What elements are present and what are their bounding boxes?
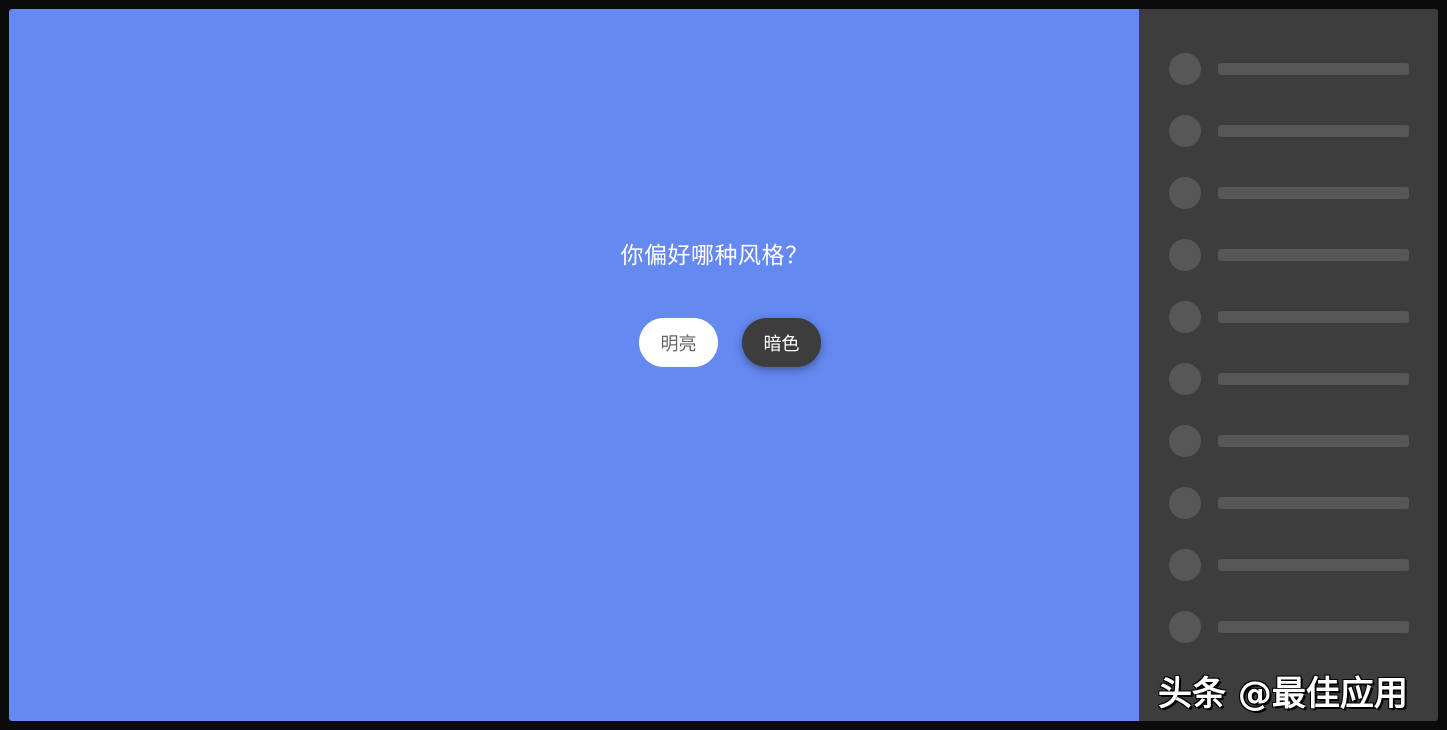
light-theme-button[interactable]: 明亮 (639, 318, 718, 367)
skeleton-row (1169, 115, 1409, 147)
skeleton-line (1218, 559, 1409, 571)
skeleton-row (1169, 611, 1409, 643)
skeleton-row (1169, 425, 1409, 457)
skeleton-avatar (1169, 549, 1201, 581)
skeleton-row (1169, 301, 1409, 333)
skeleton-line (1218, 187, 1409, 199)
dark-theme-button[interactable]: 暗色 (742, 318, 821, 367)
skeleton-avatar (1169, 425, 1201, 457)
skeleton-line (1218, 435, 1409, 447)
skeleton-row (1169, 363, 1409, 395)
style-question: 你偏好哪种风格？ (620, 243, 809, 269)
skeleton-row (1169, 549, 1409, 581)
skeleton-row (1169, 177, 1409, 209)
main-panel (9, 9, 1139, 721)
skeleton-line (1218, 311, 1409, 323)
skeleton-avatar (1169, 177, 1201, 209)
skeleton-line (1218, 621, 1409, 633)
skeleton-line (1218, 497, 1409, 509)
skeleton-avatar (1169, 115, 1201, 147)
watermark: 头条 @最佳应用 (1158, 674, 1408, 714)
skeleton-line (1218, 125, 1409, 137)
skeleton-avatar (1169, 611, 1201, 643)
skeleton-avatar (1169, 301, 1201, 333)
skeleton-row (1169, 53, 1409, 85)
skeleton-row (1169, 487, 1409, 519)
skeleton-avatar (1169, 487, 1201, 519)
skeleton-line (1218, 373, 1409, 385)
skeleton-avatar (1169, 363, 1201, 395)
app-window (9, 9, 1438, 721)
sidebar-skeleton (1139, 9, 1438, 721)
skeleton-line (1218, 63, 1409, 75)
skeleton-avatar (1169, 53, 1201, 85)
